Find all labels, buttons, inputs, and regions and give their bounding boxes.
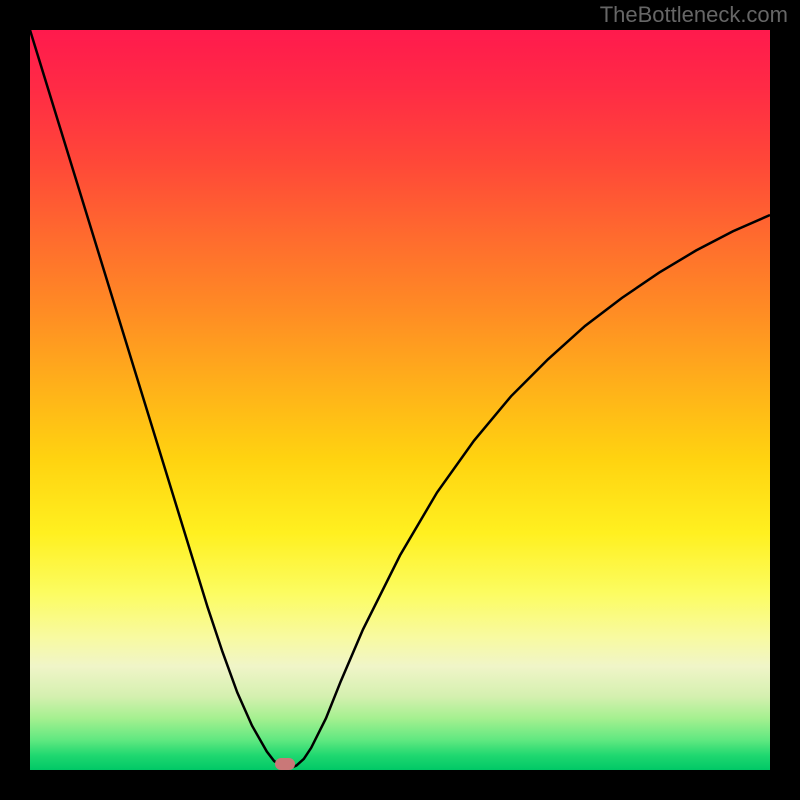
null-point-marker xyxy=(275,758,295,770)
watermark-text: TheBottleneck.com xyxy=(600,2,788,28)
curve-path xyxy=(30,30,770,769)
bottleneck-curve xyxy=(30,30,770,770)
